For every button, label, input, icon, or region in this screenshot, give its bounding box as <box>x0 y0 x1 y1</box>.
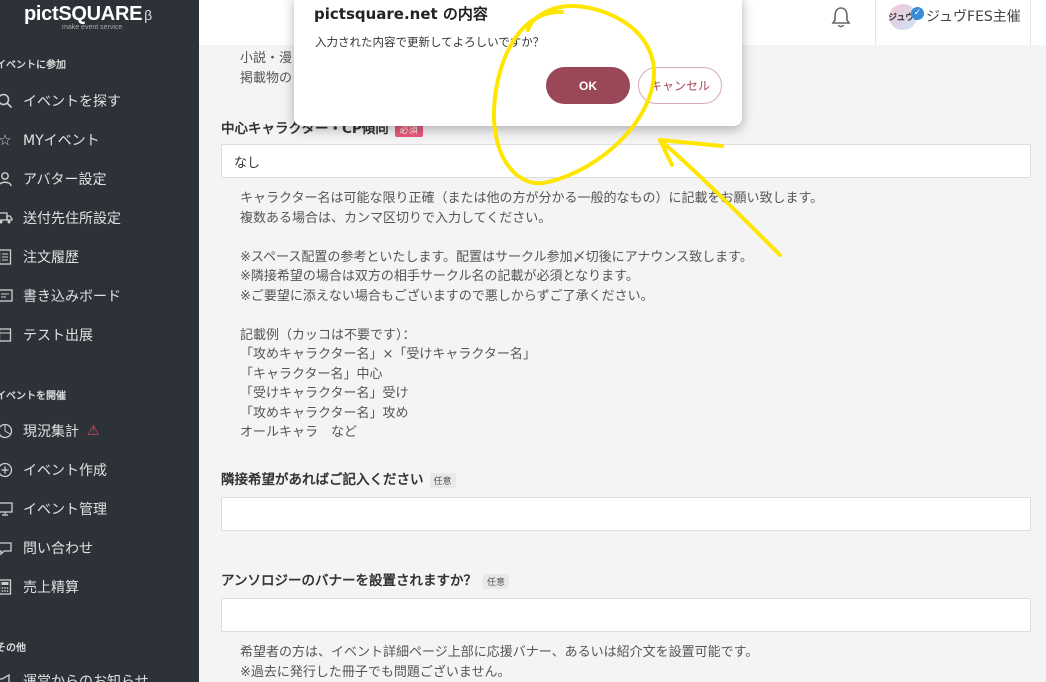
plus-circle-icon <box>0 462 16 478</box>
character-note: キャラクター名は可能な限り正確（または他の方が分かる一般的なもの）に記載をお願い… <box>240 191 824 440</box>
sidebar-item-manage-event[interactable]: イベント管理 <box>0 494 199 524</box>
sidebar: pictSQUARE β make event service イベントに参加 イ… <box>0 0 199 682</box>
sidebar-item-contact[interactable]: 問い合わせ <box>0 533 199 563</box>
sidebar-item-label: イベント管理 <box>23 502 107 518</box>
top-right-divider <box>1030 0 1031 45</box>
bell-icon[interactable] <box>831 6 851 33</box>
sidebar-item-avatar[interactable]: アバター設定 <box>0 164 199 194</box>
section-label-join: イベントに参加 <box>0 60 66 71</box>
sidebar-item-label: 問い合わせ <box>23 541 93 557</box>
logo-subtitle: make event service <box>62 24 123 31</box>
character-input[interactable]: なし <box>221 144 1031 178</box>
confirm-dialog: pictsquare.net の内容 入力された内容で更新してよろしいですか？ … <box>294 0 742 126</box>
field-label-adjacent: 隣接希望があればご記入ください 任意 <box>221 468 456 488</box>
logo-beta: β <box>144 7 152 23</box>
sidebar-item-notices[interactable]: 運営からのお知らせ <box>0 666 199 682</box>
ok-button[interactable]: OK <box>546 67 630 104</box>
monitor-icon <box>0 502 16 516</box>
flask-icon <box>0 327 16 343</box>
board-icon <box>0 289 16 303</box>
top-note-line2: 掲載物の <box>240 71 293 86</box>
logo[interactable]: pictSQUARE β <box>24 3 152 26</box>
star-icon: ☆ <box>0 131 12 149</box>
banner-input[interactable] <box>221 598 1031 632</box>
section-label-other: その他 <box>0 643 26 654</box>
sidebar-item-label: イベントを探す <box>23 94 121 110</box>
sidebar-item-find-event[interactable]: イベントを探す <box>0 86 199 116</box>
section-label-host: イベントを開催 <box>0 391 66 402</box>
sidebar-item-label: 売上精算 <box>23 580 79 596</box>
logo-text: pictSQUARE <box>24 3 143 25</box>
top-divider <box>875 0 876 45</box>
optional-tag: 任意 <box>429 472 456 488</box>
chart-icon <box>0 423 16 439</box>
sidebar-item-label: イベント作成 <box>23 463 107 479</box>
cancel-button[interactable]: キャンセル <box>638 67 722 104</box>
dialog-title: pictsquare.net の内容 <box>314 5 488 23</box>
megaphone-icon <box>0 674 16 682</box>
field-label-banner: アンソロジーのバナーを設置されますか？ 任意 <box>221 569 509 589</box>
sidebar-item-label: 送付先住所設定 <box>23 211 121 227</box>
sidebar-item-board[interactable]: 書き込みボード <box>0 281 199 311</box>
truck-icon <box>0 211 16 225</box>
sidebar-item-orders[interactable]: 注文履歴 <box>0 242 199 272</box>
sidebar-item-test-exhibit[interactable]: テスト出展 <box>0 320 199 350</box>
sidebar-item-label: アバター設定 <box>23 172 107 188</box>
sidebar-item-label: 現況集計 <box>23 424 79 440</box>
main-content: 小説・漫 掲載物の 中心キャラクター・CP傾向 必須 なし キャラクター名は可能な… <box>199 45 1046 682</box>
banner-note: 希望者の方は、イベント詳細ページ上部に応援バナー、あるいは紹介文を設置可能です。… <box>240 645 759 680</box>
calculator-icon <box>0 579 16 595</box>
sidebar-item-sales[interactable]: 売上精算 <box>0 572 199 602</box>
search-icon <box>0 93 16 109</box>
field-label-text: 隣接希望があればご記入ください <box>221 472 424 488</box>
sidebar-item-label: 運営からのお知らせ <box>23 674 149 682</box>
top-note-line1: 小説・漫 <box>240 51 293 66</box>
sidebar-item-my-event[interactable]: ☆ MYイベント <box>0 125 199 155</box>
adjacent-input[interactable] <box>221 497 1031 531</box>
person-icon <box>0 171 16 187</box>
sidebar-item-label: MYイベント <box>23 133 100 149</box>
document-icon <box>0 249 16 265</box>
sidebar-item-status[interactable]: 現況集計 ⚠ <box>0 416 199 446</box>
sidebar-item-label: 書き込みボード <box>23 289 121 305</box>
optional-tag: 任意 <box>482 573 509 589</box>
sidebar-item-label: 注文履歴 <box>23 250 79 266</box>
warning-icon: ⚠ <box>87 423 100 439</box>
sidebar-item-label: テスト出展 <box>23 328 93 344</box>
dialog-message: 入力された内容で更新してよろしいですか？ <box>315 35 545 49</box>
host-name[interactable]: ジュヴFES主催 <box>926 6 1021 26</box>
verified-check-icon: ✓ <box>911 7 924 20</box>
chat-icon <box>0 540 16 556</box>
sidebar-item-create-event[interactable]: イベント作成 <box>0 455 199 485</box>
field-label-text: アンソロジーのバナーを設置されますか？ <box>221 573 477 589</box>
sidebar-item-shipping[interactable]: 送付先住所設定 <box>0 203 199 233</box>
